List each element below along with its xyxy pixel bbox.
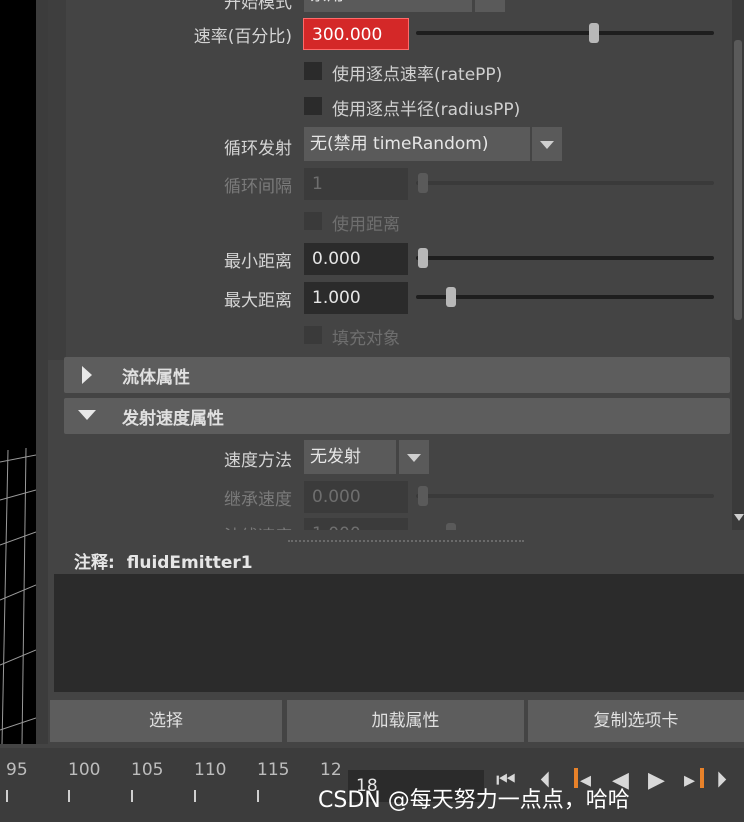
rate-pp-checkbox[interactable]	[304, 62, 322, 80]
speed-method-dropdown-button[interactable]	[399, 440, 429, 474]
watermark: CSDN @每天努力一点点，哈哈	[318, 788, 630, 813]
cycle-interval-slider-track	[416, 181, 714, 185]
section-emission-speed-label: 发射速度属性	[122, 409, 224, 429]
use-distance-label: 使用距离	[332, 215, 400, 235]
timeline-tick	[194, 790, 196, 802]
notes-textarea[interactable]	[54, 574, 744, 692]
rate-pp-label: 使用逐点速率(ratePP)	[332, 65, 503, 85]
timeline-tick-label: 12	[320, 760, 342, 780]
indent-column	[48, 0, 66, 360]
rate-slider-handle[interactable]	[589, 23, 599, 43]
timeline-tick-label: 95	[6, 760, 28, 780]
copy-tab-button[interactable]: 复制选项卡	[528, 700, 744, 742]
cycle-emission-dropdown-button[interactable]	[532, 127, 562, 161]
step-forward-frame-icon[interactable]: ⏵	[716, 768, 727, 793]
radius-pp-checkbox[interactable]	[304, 97, 322, 115]
section-emission-speed[interactable]: 发射速度属性	[64, 398, 730, 434]
notes-header: 注释: fluidEmitter1	[74, 548, 253, 573]
timeline-tick-label: 115	[257, 760, 290, 780]
viewport-panel[interactable]	[0, 0, 36, 744]
max-distance-field[interactable]: 1.000	[304, 282, 408, 314]
cycle-interval-label: 循环间隔	[224, 177, 292, 197]
inherit-speed-field: 0.000	[304, 481, 408, 513]
cycle-emission-dropdown[interactable]: 无(禁用 timeRandom)	[304, 127, 530, 161]
rate-label: 速率(百分比)	[193, 27, 292, 47]
min-distance-label: 最小距离	[224, 252, 292, 272]
inherit-speed-label: 继承速度	[224, 490, 292, 510]
timeline-tick	[257, 790, 259, 802]
fill-object-checkbox	[304, 326, 322, 344]
section-fluid-attributes[interactable]: 流体属性	[64, 357, 730, 393]
scrollbar-thumb[interactable]	[734, 40, 742, 320]
rate-field[interactable]: 300.000	[303, 18, 409, 50]
node-name: fluidEmitter1	[126, 553, 253, 573]
load-attributes-button[interactable]: 加载属性	[287, 700, 524, 742]
select-button[interactable]: 选择	[50, 700, 282, 742]
min-distance-slider-track[interactable]	[416, 256, 714, 260]
timeline-tick-label: 100	[68, 760, 101, 780]
cycle-interval-slider-handle	[418, 173, 428, 193]
step-forward-key-icon[interactable]: ▸	[684, 768, 695, 793]
timeline-tick	[131, 790, 133, 802]
collapse-arrow-icon	[78, 410, 96, 420]
play-forwards-icon[interactable]: ▶	[648, 768, 665, 793]
expand-arrow-icon	[82, 366, 92, 384]
grid-lines	[0, 447, 36, 744]
start-mode-dropdown-button[interactable]	[475, 0, 505, 12]
start-mode-dropdown[interactable]: 禁用	[304, 0, 472, 12]
timeline-tick-label: 105	[131, 760, 164, 780]
cycle-emission-label: 循环发射	[224, 139, 292, 159]
speed-method-label: 速度方法	[224, 451, 292, 471]
panel-splitter[interactable]	[288, 540, 524, 544]
min-distance-field[interactable]: 0.000	[304, 243, 408, 275]
min-distance-slider-handle[interactable]	[418, 248, 428, 268]
use-distance-checkbox	[304, 212, 322, 230]
timeline-tick	[68, 790, 70, 802]
timeline-tick	[6, 790, 8, 802]
radius-pp-label: 使用逐点半径(radiusPP)	[332, 100, 521, 120]
inherit-speed-slider-handle	[418, 486, 428, 506]
max-distance-slider-handle[interactable]	[446, 287, 456, 307]
key-marker	[700, 768, 704, 788]
cycle-interval-field: 1	[304, 168, 408, 200]
section-fluid-attributes-label: 流体属性	[122, 368, 190, 388]
timeline-tick-label: 110	[194, 760, 227, 780]
inherit-speed-slider-track	[416, 494, 714, 498]
panel-divider	[36, 0, 48, 744]
scroll-down-icon[interactable]	[734, 514, 744, 521]
max-distance-slider-track[interactable]	[416, 295, 714, 299]
max-distance-label: 最大距离	[224, 291, 292, 311]
speed-method-dropdown[interactable]: 无发射	[304, 440, 396, 474]
notes-label: 注释:	[74, 553, 115, 573]
start-mode-label: 开始模式	[224, 0, 292, 13]
fill-object-label: 填充对象	[332, 329, 400, 349]
rate-slider-track[interactable]	[416, 31, 714, 35]
